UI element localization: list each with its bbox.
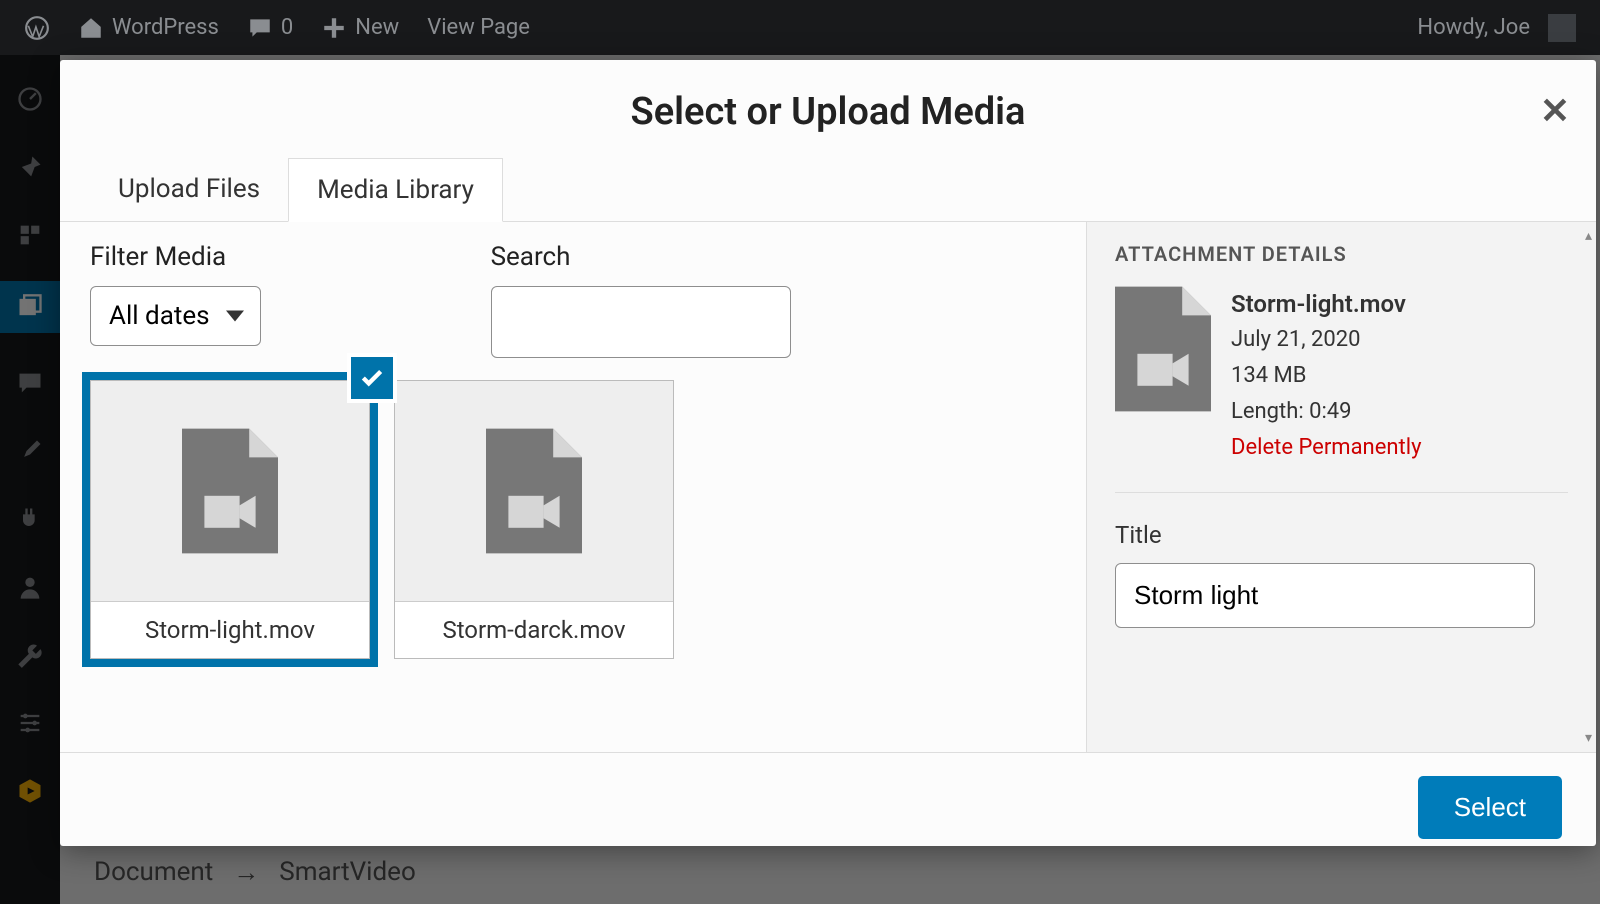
close-icon: ✕ [1540, 90, 1570, 132]
date-filter-value: All dates [109, 301, 210, 331]
title-input[interactable] [1115, 563, 1535, 628]
video-file-icon [182, 428, 278, 554]
home-icon [78, 15, 104, 41]
title-label: Title [1115, 521, 1568, 549]
filter-media-label: Filter Media [90, 242, 261, 272]
video-file-icon [1115, 286, 1211, 412]
wordpress-icon [24, 15, 50, 41]
comment-icon [247, 15, 273, 41]
close-button[interactable]: ✕ [1540, 90, 1570, 132]
details-size: 134 MB [1231, 358, 1421, 394]
user-greeting[interactable]: Howdy, Joe [1403, 0, 1590, 55]
new-content[interactable]: New [307, 0, 413, 55]
details-filename: Storm-light.mov [1231, 286, 1421, 322]
plus-icon [321, 15, 347, 41]
search-label: Search [491, 242, 791, 272]
media-thumbnail [91, 381, 369, 601]
media-filename: Storm-darck.mov [395, 601, 673, 658]
attachment-details: ▴ ATTACHMENT DETAILS Storm-light.mov Jul… [1086, 222, 1596, 752]
comments-count: 0 [281, 15, 293, 40]
howdy-text: Howdy, Joe [1417, 15, 1530, 40]
divider [1115, 492, 1568, 493]
details-header: ATTACHMENT DETAILS [1115, 242, 1568, 266]
tab-upload-files[interactable]: Upload Files [90, 158, 288, 221]
avatar [1548, 14, 1576, 42]
search-input[interactable] [491, 286, 791, 358]
media-grid: Storm-light.mov Storm-darck.mov [90, 380, 1056, 659]
wp-logo[interactable] [10, 0, 64, 55]
view-page[interactable]: View Page [413, 0, 544, 55]
video-file-icon [486, 428, 582, 554]
details-date: July 21, 2020 [1231, 322, 1421, 358]
comments-link[interactable]: 0 [233, 0, 307, 55]
media-item[interactable]: Storm-light.mov [90, 380, 370, 659]
delete-permanently-link[interactable]: Delete Permanently [1231, 430, 1421, 466]
check-icon [359, 365, 385, 391]
media-thumbnail [395, 381, 673, 601]
tab-media-library[interactable]: Media Library [288, 158, 503, 222]
details-thumbnail [1115, 286, 1211, 412]
select-button[interactable]: Select [1418, 776, 1562, 839]
media-browser: Filter Media All dates Search [60, 222, 1086, 752]
media-modal: ✕ Select or Upload Media Upload Files Me… [60, 60, 1596, 846]
site-home[interactable]: WordPress [64, 0, 233, 55]
scroll-down-arrow[interactable]: ▾ [1585, 730, 1592, 746]
admin-bar: WordPress 0 New View Page Howdy, Joe [0, 0, 1600, 55]
date-filter-select[interactable]: All dates [90, 286, 261, 346]
view-page-label: View Page [427, 15, 530, 40]
media-filename: Storm-light.mov [91, 601, 369, 658]
details-length: Length: 0:49 [1231, 394, 1421, 430]
selected-indicator[interactable] [347, 353, 397, 403]
modal-title: Select or Upload Media [60, 60, 1596, 158]
media-item[interactable]: Storm-darck.mov [394, 380, 674, 659]
scroll-up-arrow[interactable]: ▴ [1585, 228, 1592, 244]
new-label: New [355, 15, 399, 40]
site-title: WordPress [112, 15, 219, 40]
modal-tabs: Upload Files Media Library [60, 158, 1596, 222]
modal-footer: Select [60, 752, 1596, 862]
